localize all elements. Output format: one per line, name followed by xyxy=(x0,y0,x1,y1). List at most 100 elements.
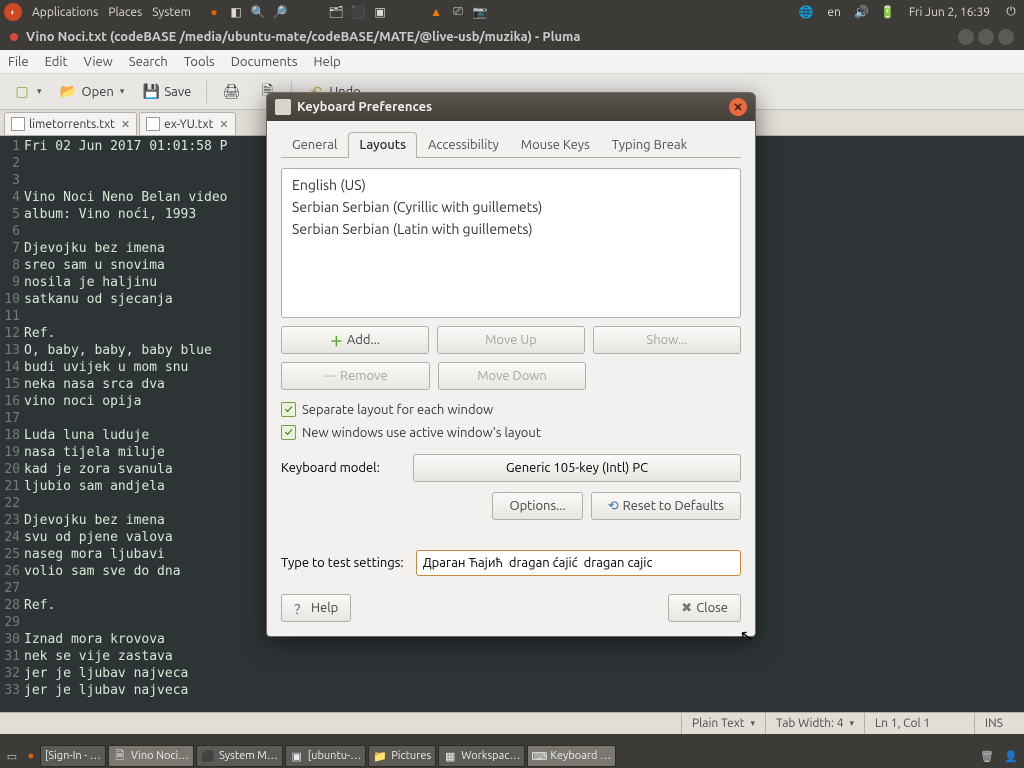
panel-menu-system[interactable]: System xyxy=(152,6,191,19)
keyboard-indicator[interactable]: en xyxy=(823,6,844,19)
tab-mouse-keys[interactable]: Mouse Keys xyxy=(510,132,601,158)
camera-icon[interactable]: 📷 xyxy=(471,3,489,21)
task-system-monitor[interactable]: ⬛System M… xyxy=(196,745,283,767)
open-button[interactable]: 📂Open▾ xyxy=(53,78,132,106)
tab-general[interactable]: General xyxy=(281,132,348,158)
workspace-icon: ▦ xyxy=(443,749,457,763)
system-monitor-icon[interactable]: ⬛ xyxy=(349,3,367,21)
save-button[interactable]: 💾Save xyxy=(135,78,198,106)
firefox-icon[interactable]: ● xyxy=(205,3,223,21)
help-button[interactable]: ？Help xyxy=(281,594,351,622)
type-to-test-label: Type to test settings: xyxy=(281,556,404,570)
clock[interactable]: Fri Jun 2, 16:39 xyxy=(905,6,994,19)
shutdown-icon[interactable]: ⏻ xyxy=(1002,3,1020,21)
checkbox-separate-layout[interactable]: ✓ xyxy=(281,402,296,417)
task-signin[interactable]: [Sign-In - … xyxy=(40,745,106,767)
user-icon[interactable]: 👤 xyxy=(1000,749,1022,763)
vlc-icon[interactable]: ▲ xyxy=(427,3,445,21)
show-button[interactable]: Show... xyxy=(593,326,741,354)
status-insert-mode[interactable]: INS xyxy=(974,713,1024,734)
menu-help[interactable]: Help xyxy=(314,55,341,69)
task-ubuntu[interactable]: ▣[ubuntu-… xyxy=(285,745,366,767)
dialog-titlebar[interactable]: Keyboard Preferences ✕ xyxy=(267,93,755,121)
dialog-tabs: General Layouts Accessibility Mouse Keys… xyxy=(281,131,741,158)
move-down-button[interactable]: Move Down xyxy=(438,362,587,390)
bottom-panel: ▭ ● [Sign-In - … 🗎Vino Noci… ⬛System M… … xyxy=(0,744,1024,768)
checkbox-new-windows[interactable]: ✓ xyxy=(281,425,296,440)
tab-limetorrents[interactable]: limetorrents.txt✕ xyxy=(4,112,137,135)
folder-icon: 📁 xyxy=(373,749,387,763)
dialog-title-text: Keyboard Preferences xyxy=(297,100,432,114)
globe-icon[interactable]: 🌐 xyxy=(797,3,815,21)
trash-icon[interactable]: 🗑 xyxy=(976,749,998,763)
tab-typing-break[interactable]: Typing Break xyxy=(601,132,699,158)
menu-documents[interactable]: Documents xyxy=(231,55,298,69)
close-tab-icon[interactable]: ✕ xyxy=(121,118,130,131)
remove-button[interactable]: —Remove xyxy=(281,362,430,390)
status-syntax[interactable]: Plain Text▾ xyxy=(681,713,765,734)
close-tab-icon[interactable]: ✕ xyxy=(219,118,228,131)
tab-layouts[interactable]: Layouts xyxy=(348,132,417,158)
dictionary-icon[interactable]: 🔎 xyxy=(271,3,289,21)
keyboard-model-label: Keyboard model: xyxy=(281,461,403,475)
keyboard-preferences-dialog: Keyboard Preferences ✕ General Layouts A… xyxy=(266,92,756,637)
keyboard-icon xyxy=(275,99,291,115)
task-pictures[interactable]: 📁Pictures xyxy=(368,745,436,767)
menu-search[interactable]: Search xyxy=(129,55,168,69)
options-button[interactable]: Options... xyxy=(492,492,582,520)
menu-tools[interactable]: Tools xyxy=(184,55,215,69)
dialog-close-icon[interactable]: ✕ xyxy=(729,98,747,116)
checkbox-label: Separate layout for each window xyxy=(302,403,493,417)
search-magnifier-icon[interactable]: 🔍 xyxy=(249,3,267,21)
task-vino-noci[interactable]: 🗎Vino Noci… xyxy=(108,745,194,767)
terminal-icon[interactable]: ▣ xyxy=(371,3,389,21)
keyboard-icon: ⌨ xyxy=(532,749,546,763)
checkbox-label: New windows use active window's layout xyxy=(302,426,541,440)
add-button[interactable]: ＋Add... xyxy=(281,326,429,354)
launcher-icon[interactable]: ◧ xyxy=(227,3,245,21)
status-cursor-pos: Ln 1, Col 1 xyxy=(864,713,974,734)
reset-defaults-button[interactable]: ⟲Reset to Defaults xyxy=(591,492,741,520)
top-panel: ◐ Applications Places System ● ◧ 🔍 🔎 🗂 ⬛… xyxy=(0,0,1024,24)
sound-icon[interactable]: 🔊 xyxy=(853,3,871,21)
panel-menu-places[interactable]: Places xyxy=(108,6,142,19)
minimize-button[interactable] xyxy=(958,29,974,45)
new-document-button[interactable]: ▢▾ xyxy=(6,78,49,106)
tab-ex-yu[interactable]: ex-YU.txt✕ xyxy=(139,112,235,135)
task-workspace[interactable]: ▦Workspac… xyxy=(438,745,525,767)
window-title-text: Vino Noci.txt (codeBASE /media/ubuntu-ma… xyxy=(26,30,580,44)
pluma-window-title: Vino Noci.txt (codeBASE /media/ubuntu-ma… xyxy=(0,24,1024,50)
panel-menu-applications[interactable]: Applications xyxy=(32,6,98,19)
keyboard-model-button[interactable]: Generic 105-key (Intl) PC xyxy=(413,454,741,482)
layouts-list[interactable]: English (US) Serbian Serbian (Cyrillic w… xyxy=(281,168,741,318)
status-bar: Plain Text▾ Tab Width: 4▾ Ln 1, Col 1 IN… xyxy=(0,712,1024,734)
close-window-button[interactable] xyxy=(998,29,1014,45)
tab-accessibility[interactable]: Accessibility xyxy=(417,132,510,158)
battery-icon[interactable]: 🔋 xyxy=(879,3,897,21)
status-tab-width[interactable]: Tab Width: 4▾ xyxy=(765,713,864,734)
pluma-icon: 🗎 xyxy=(113,749,127,763)
menu-view[interactable]: View xyxy=(84,55,113,69)
move-up-button[interactable]: Move Up xyxy=(437,326,585,354)
list-item[interactable]: Serbian Serbian (Cyrillic with guillemet… xyxy=(292,196,730,218)
app-indicator-icon xyxy=(10,33,18,41)
close-button[interactable]: ✖Close xyxy=(668,594,741,622)
type-to-test-input[interactable] xyxy=(416,550,741,576)
task-keyboard[interactable]: ⌨Keyboard … xyxy=(527,745,616,767)
document-icon xyxy=(11,117,25,131)
distro-logo-icon[interactable]: ◐ xyxy=(4,3,22,21)
show-desktop-icon[interactable]: ▭ xyxy=(2,749,22,763)
spacer xyxy=(293,3,323,21)
spacer xyxy=(393,3,423,21)
document-icon xyxy=(146,117,160,131)
list-item[interactable]: English (US) xyxy=(292,174,730,196)
list-item[interactable]: Serbian Serbian (Latin with guillemets) xyxy=(292,218,730,240)
menu-file[interactable]: File xyxy=(8,55,29,69)
maximize-button[interactable] xyxy=(978,29,994,45)
line-numbers: 1 2 3 4 5 6 7 8 9 10 11 12 13 14 15 16 1… xyxy=(0,136,24,712)
screenshot-icon[interactable]: ⎚ xyxy=(449,3,467,21)
menu-edit[interactable]: Edit xyxy=(45,55,68,69)
print-button[interactable]: 🖨 xyxy=(215,78,247,106)
firefox-task-icon[interactable]: ● xyxy=(24,749,38,763)
file-manager-icon[interactable]: 🗂 xyxy=(327,3,345,21)
